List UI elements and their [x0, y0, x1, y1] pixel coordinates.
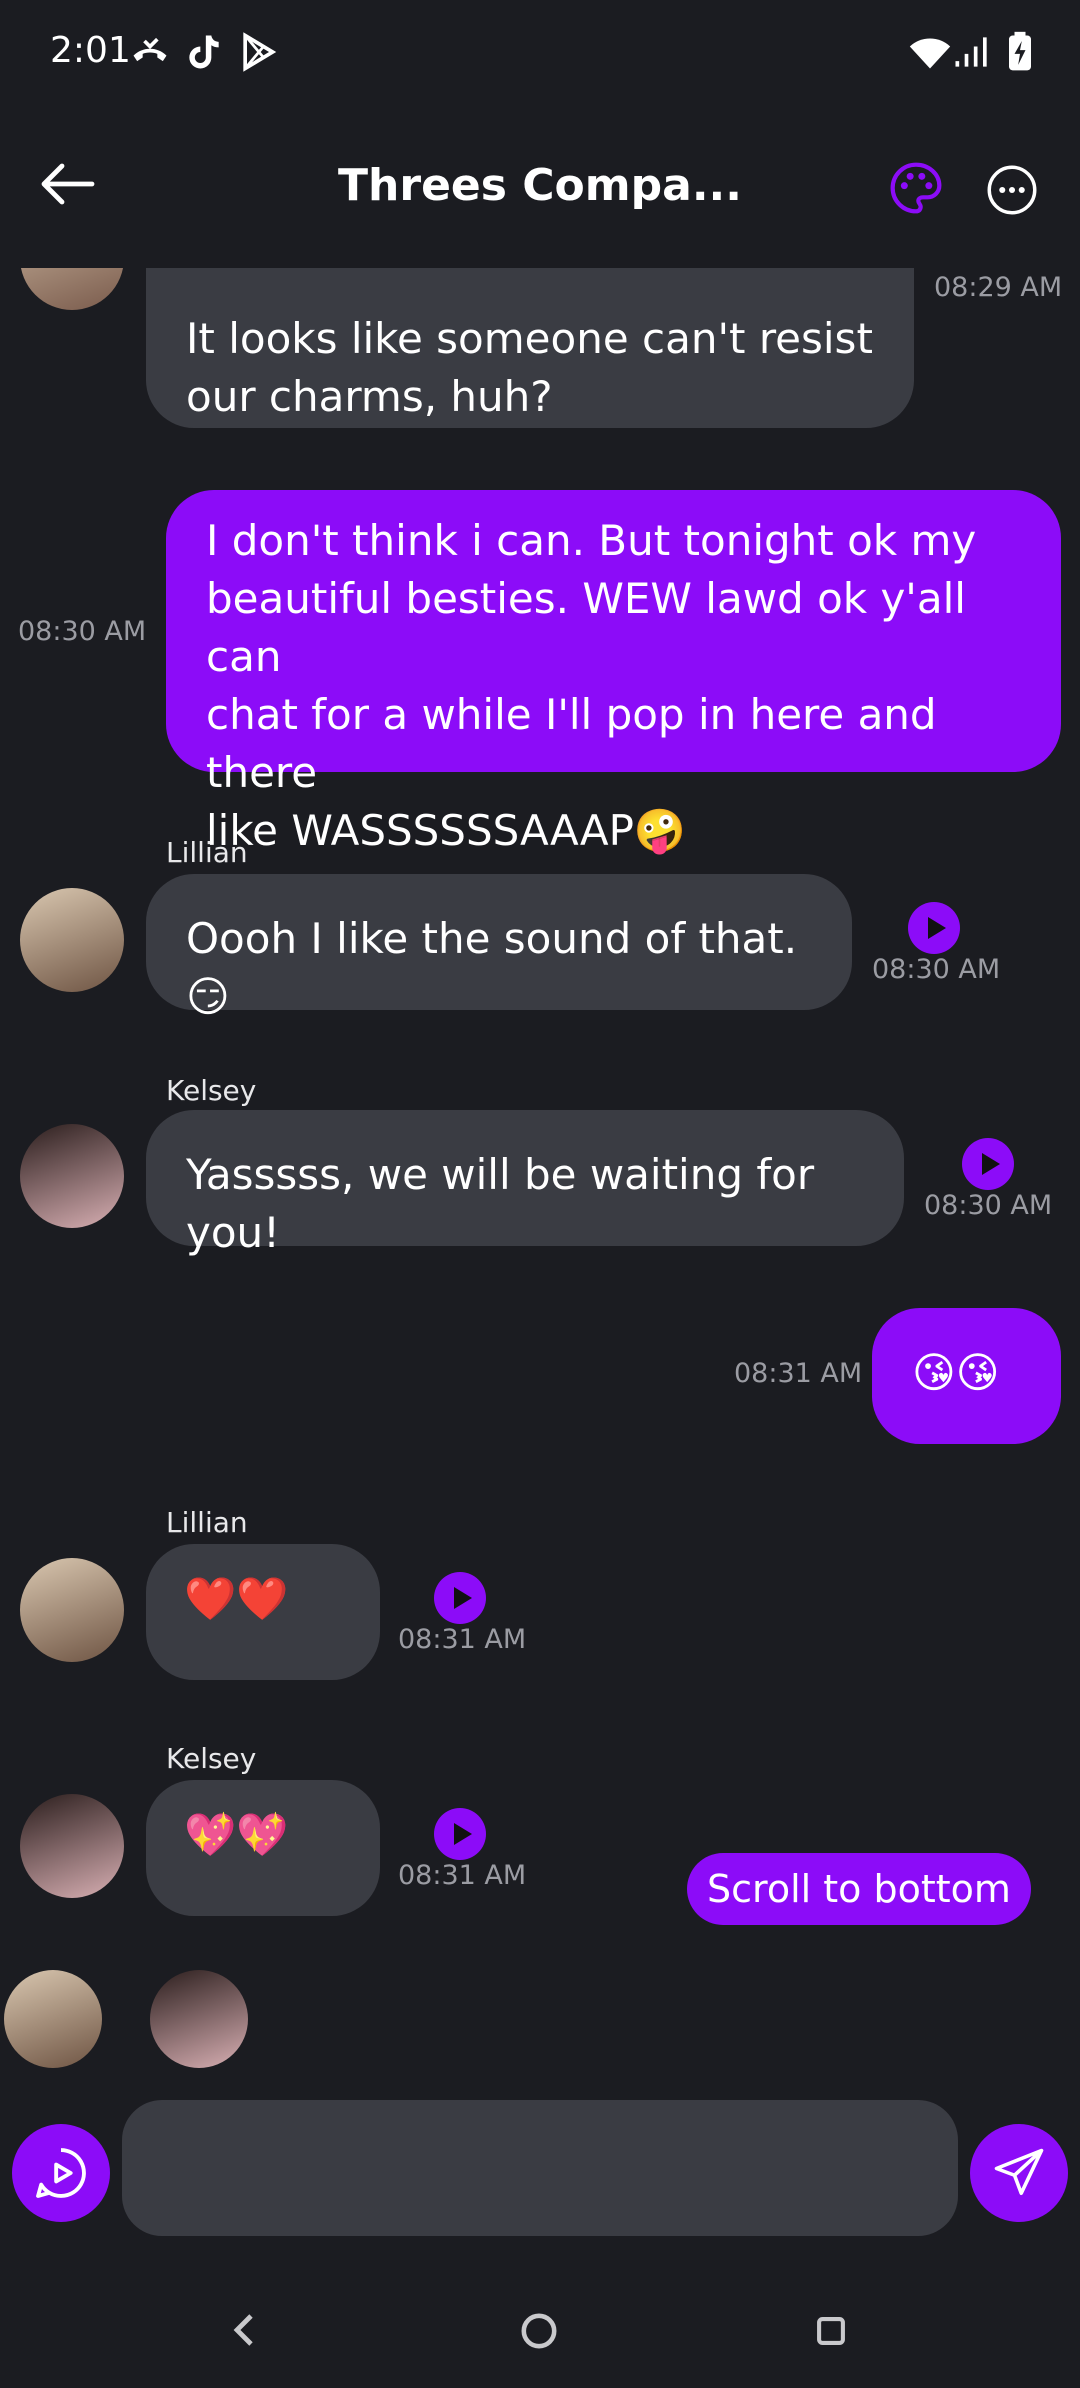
signal-icon [955, 37, 987, 67]
play-audio-button[interactable] [962, 1138, 1014, 1190]
message-text: ❤️❤️ [184, 1574, 289, 1623]
participant-avatar-lillian[interactable] [4, 1970, 102, 2068]
nav-recents-icon[interactable] [814, 2314, 848, 2348]
nav-home-icon[interactable] [520, 2312, 558, 2350]
voice-chat-icon [36, 2148, 86, 2198]
message-bubble[interactable]: 😘😘 [872, 1308, 1061, 1444]
message-bubble[interactable]: I don't think i can. But tonight ok my b… [166, 490, 1061, 855]
message-text: 💖💖 [184, 1810, 289, 1859]
message-input[interactable] [122, 2100, 958, 2236]
play-store-icon [243, 32, 277, 72]
wifi-icon [909, 38, 951, 69]
back-arrow-icon[interactable] [40, 162, 96, 206]
status-time: 2:01 [50, 30, 131, 71]
message-text: I don't think i can. But tonight ok my b… [206, 516, 977, 855]
message-text: 😘😘 [912, 1348, 1000, 1397]
message-time: 08:31 AM [398, 1860, 527, 1891]
sender-name: Kelsey [166, 1742, 257, 1775]
battery-charging-icon [1009, 31, 1031, 71]
avatar-lillian[interactable] [20, 268, 124, 310]
sender-name: Kelsey [166, 1074, 257, 1107]
send-button[interactable] [970, 2124, 1068, 2222]
message-text: Yasssss, we will be waiting for you! [186, 1150, 828, 1257]
play-audio-button[interactable] [434, 1808, 486, 1860]
sender-name: Lillian [166, 836, 248, 869]
message-time: 08:31 AM [734, 1358, 863, 1389]
message-text: Oooh I like the sound of that. 😏 [186, 914, 811, 1021]
send-icon [994, 2148, 1044, 2196]
avatar-lillian[interactable] [20, 1558, 124, 1662]
palette-icon[interactable] [888, 160, 944, 216]
message-bubble[interactable]: 💖💖 [146, 1780, 380, 1916]
missed-call-icon [133, 37, 167, 62]
avatar-kelsey[interactable] [20, 1124, 124, 1228]
chat-title[interactable]: Threes Compa... [330, 160, 750, 211]
scroll-to-bottom-button[interactable]: Scroll to bottom [687, 1853, 1031, 1925]
nav-back-icon[interactable] [226, 2310, 260, 2350]
message-text: It looks like someone can't resist our c… [186, 314, 873, 421]
message-time: 08:30 AM [872, 954, 1001, 985]
message-bubble[interactable]: Yasssss, we will be waiting for you! [146, 1110, 904, 1257]
more-options-icon[interactable] [986, 164, 1038, 216]
message-bubble[interactable]: It looks like someone can't resist our c… [146, 268, 914, 428]
play-audio-button[interactable] [908, 902, 960, 954]
avatar-lillian[interactable] [20, 888, 124, 992]
play-audio-button[interactable] [434, 1572, 486, 1624]
avatar-kelsey[interactable] [20, 1794, 124, 1898]
message-bubble[interactable]: Oooh I like the sound of that. 😏 [146, 874, 852, 1021]
participant-avatar-kelsey[interactable] [150, 1970, 248, 2068]
message-time: 08:29 AM [934, 272, 1063, 303]
message-time: 08:31 AM [398, 1624, 527, 1655]
message-bubble[interactable]: ❤️❤️ [146, 1544, 380, 1680]
tiktok-icon [189, 35, 219, 69]
sender-name: Lillian [166, 1506, 248, 1539]
message-time: 08:30 AM [18, 616, 147, 647]
message-time: 08:30 AM [924, 1190, 1053, 1221]
voice-chat-button[interactable] [12, 2124, 110, 2222]
message-list[interactable]: It looks like someone can't resist our c… [0, 268, 1080, 2068]
